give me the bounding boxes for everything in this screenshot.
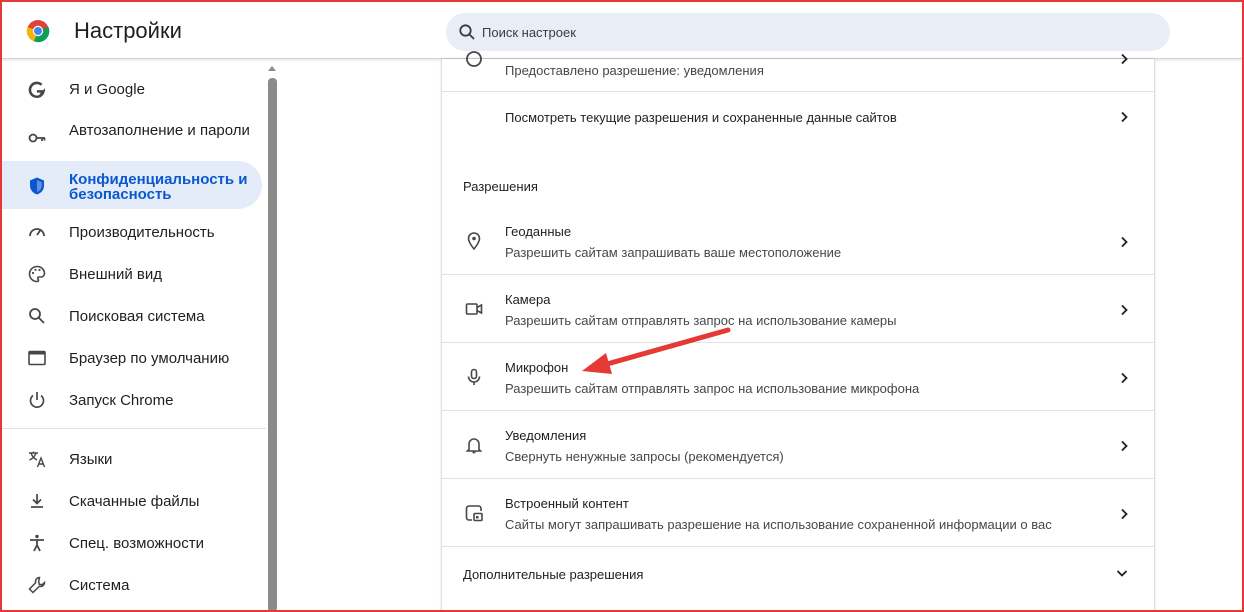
- sidebar-item-on-startup[interactable]: Запуск Chrome: [2, 384, 262, 416]
- permission-title: Камера: [505, 292, 551, 307]
- permissions-card: Предоставлено разрешение: уведомления По…: [442, 51, 1154, 612]
- sidebar-divider: [2, 428, 266, 429]
- browser-window-icon: [28, 350, 46, 366]
- chevron-right-icon: [1121, 53, 1128, 65]
- search-box[interactable]: [446, 13, 1170, 51]
- permission-row-camera[interactable]: Камера Разрешить сайтам отправлять запро…: [442, 275, 1154, 342]
- additional-permissions-row[interactable]: Дополнительные разрешения: [442, 547, 1154, 601]
- google-g-icon: [28, 81, 45, 98]
- sidebar-item-label: Поисковая система: [69, 308, 205, 325]
- chevron-right-icon: [1121, 440, 1128, 452]
- chrome-logo-icon: [26, 20, 50, 43]
- key-icon: [28, 133, 46, 143]
- permissions-heading: Разрешения: [463, 179, 538, 194]
- partial-site-row[interactable]: Предоставлено разрешение: уведомления: [442, 51, 1154, 91]
- sidebar-item-label: Производительность: [69, 224, 215, 241]
- partial-row-subtitle: Предоставлено разрешение: уведомления: [505, 63, 764, 78]
- sidebar-item-default-browser[interactable]: Браузер по умолчанию: [2, 342, 262, 374]
- permission-subtitle: Сайты могут запрашивать разрешение на ис…: [505, 517, 1052, 532]
- shield-icon: [30, 177, 44, 195]
- sidebar-item-label: Браузер по умолчанию: [69, 350, 230, 367]
- permission-subtitle: Разрешить сайтам запрашивать ваше местоп…: [505, 245, 842, 260]
- site-data-label: Посмотреть текущие разрешения и сохранен…: [505, 110, 897, 125]
- chevron-right-icon: [1121, 372, 1128, 384]
- sidebar-item-label: Запуск Chrome: [69, 392, 174, 409]
- sidebar-item-label: Скачанные файлы: [69, 493, 200, 510]
- download-icon: [31, 494, 43, 508]
- sidebar: Я и Google Автозаполнение и пароли Конфи…: [2, 60, 266, 610]
- wrench-icon: [28, 576, 46, 594]
- chevron-right-icon: [1121, 508, 1128, 520]
- permission-row-microphone[interactable]: Микрофон Разрешить сайтам отправлять зап…: [442, 343, 1154, 410]
- location-pin-icon: [467, 232, 481, 251]
- bell-icon: [465, 438, 483, 454]
- power-icon: [29, 392, 45, 408]
- additional-permissions-label: Дополнительные разрешения: [463, 567, 644, 582]
- sidebar-item-label: Я и Google: [69, 81, 145, 98]
- sidebar-item-label: Внешний вид: [69, 266, 162, 283]
- annotation-arrow-icon: [582, 327, 731, 374]
- permission-row-notifications[interactable]: Уведомления Свернуть ненужные запросы (р…: [442, 411, 1154, 478]
- sidebar-item-accessibility[interactable]: Спец. возможности: [2, 527, 262, 559]
- camera-icon: [465, 303, 483, 315]
- permission-title: Микрофон: [505, 360, 569, 375]
- sidebar-item-system[interactable]: Система: [2, 569, 262, 601]
- sidebar-item-label: Конфиденциальность и безопасность: [69, 171, 248, 203]
- page-title: Настройки: [74, 18, 182, 43]
- scroll-up-arrow-icon[interactable]: [267, 64, 277, 72]
- permission-title: Встроенный контент: [505, 496, 629, 511]
- embedded-content-icon: [465, 505, 483, 522]
- sidebar-item-you-and-google[interactable]: Я и Google: [2, 74, 262, 106]
- search-icon: [29, 308, 45, 324]
- sidebar-item-label: Автозаполнение и пароли: [69, 122, 250, 139]
- top-toolbar: Настройки: [2, 2, 1242, 59]
- sidebar-item-performance[interactable]: Производительность: [2, 216, 262, 248]
- search-input[interactable]: [482, 13, 1122, 51]
- chevron-down-icon: [1116, 570, 1128, 577]
- permission-row-location[interactable]: Геоданные Разрешить сайтам запрашивать в…: [442, 207, 1154, 274]
- sidebar-item-downloads[interactable]: Скачанные файлы: [2, 485, 262, 517]
- sidebar-item-search-engine[interactable]: Поисковая система: [2, 300, 262, 332]
- permission-title: Уведомления: [505, 428, 587, 443]
- sidebar-scrollbar-thumb[interactable]: [268, 78, 277, 612]
- permission-title: Геоданные: [505, 224, 572, 239]
- permission-row-embedded-content[interactable]: Встроенный контент Сайты могут запрашива…: [442, 479, 1154, 546]
- speedometer-icon: [29, 228, 45, 237]
- sidebar-item-privacy[interactable]: Конфиденциальность и безопасность: [2, 161, 262, 209]
- chevron-right-icon: [1121, 236, 1128, 248]
- permission-subtitle: Свернуть ненужные запросы (рекомендуется…: [505, 449, 784, 464]
- palette-icon: [28, 265, 46, 283]
- search-icon: [459, 24, 475, 40]
- site-data-row[interactable]: Посмотреть текущие разрешения и сохранен…: [442, 92, 1154, 142]
- sidebar-item-label: Спец. возможности: [69, 535, 204, 552]
- sidebar-item-label: Языки: [69, 451, 113, 468]
- chevron-right-icon: [1121, 111, 1128, 123]
- chevron-right-icon: [1121, 304, 1128, 316]
- permission-subtitle: Разрешить сайтам отправлять запрос на ис…: [505, 381, 920, 396]
- sidebar-item-label: Система: [69, 577, 130, 594]
- sidebar-item-appearance[interactable]: Внешний вид: [2, 258, 262, 290]
- sidebar-item-languages[interactable]: Языки: [2, 443, 262, 475]
- sidebar-item-autofill[interactable]: Автозаполнение и пароли: [2, 116, 262, 160]
- accessibility-icon: [30, 534, 44, 552]
- site-settings-icon: [466, 51, 482, 67]
- microphone-icon: [467, 368, 481, 385]
- translate-icon: [29, 451, 46, 468]
